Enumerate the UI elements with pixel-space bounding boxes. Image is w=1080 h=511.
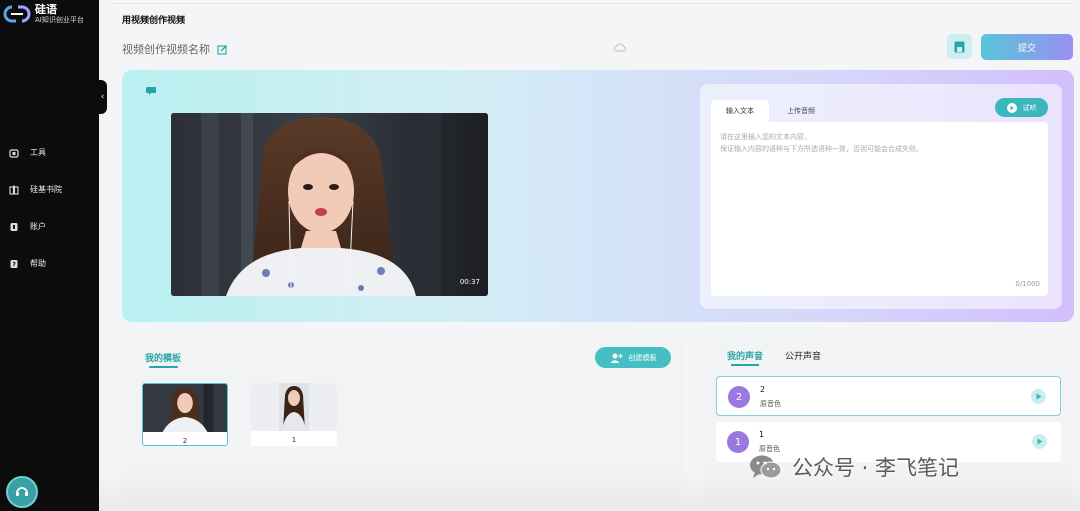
video-name-text: 视频创作视频名称 bbox=[122, 43, 210, 56]
tab-underline bbox=[149, 366, 178, 368]
submit-button[interactable]: 提交 bbox=[981, 34, 1073, 60]
template-thumbnail bbox=[251, 383, 337, 431]
tab-input-text[interactable]: 输入文本 bbox=[711, 100, 769, 122]
tab-upload-audio[interactable]: 上传音频 bbox=[776, 100, 826, 122]
tab-my-voices[interactable]: 我的声音 bbox=[727, 349, 763, 362]
video-editor-panel: 00:37 输入文本 上传音频 试听 请在这里输入您的文本内容， 保证输入内容的… bbox=[122, 70, 1074, 322]
sidebar-item-label: 硅基书院 bbox=[30, 185, 62, 194]
watermark: 公众号 · 李飞笔记 bbox=[749, 452, 959, 482]
template-thumbnail bbox=[143, 384, 227, 432]
message-icon bbox=[146, 87, 156, 95]
save-button[interactable] bbox=[947, 34, 972, 59]
text-placeholder-line1: 请在这里输入您的文本内容， bbox=[720, 133, 811, 141]
add-person-icon bbox=[610, 353, 622, 363]
play-icon bbox=[1037, 438, 1043, 445]
save-icon bbox=[954, 41, 965, 52]
voice-play-button[interactable] bbox=[1031, 389, 1046, 404]
watermark-text: 公众号 · 李飞笔记 bbox=[792, 456, 960, 480]
brand-name: 硅语 bbox=[35, 3, 57, 16]
voice-name: 1 bbox=[759, 430, 765, 439]
play-icon bbox=[1036, 393, 1042, 400]
create-template-button[interactable]: 创建模板 bbox=[595, 347, 671, 368]
my-templates-panel: 我的模板 创建模板 2 1 bbox=[122, 333, 683, 511]
voice-number-badge: 1 bbox=[727, 431, 749, 453]
sidebar-item-academy[interactable]: 硅基书院 bbox=[0, 171, 99, 208]
voice-number-badge: 2 bbox=[728, 386, 750, 408]
tab-underline bbox=[731, 364, 759, 366]
template-label: 2 bbox=[182, 437, 188, 445]
try-listen-button[interactable]: 试听 bbox=[995, 98, 1048, 117]
account-icon bbox=[10, 222, 18, 231]
voices-panel: 我的声音 公开声音 2 2 原音色 1 1 原音色 bbox=[703, 333, 1073, 511]
brand[interactable]: 硅语 AI知识创业平台 bbox=[2, 4, 84, 24]
create-template-label: 创建模板 bbox=[628, 353, 657, 362]
template-card[interactable]: 1 bbox=[251, 383, 337, 446]
try-listen-label: 试听 bbox=[1022, 103, 1037, 112]
chevron-left-icon: ‹ bbox=[100, 92, 105, 102]
video-preview[interactable]: 00:37 bbox=[171, 113, 488, 296]
tab-my-templates[interactable]: 我的模板 bbox=[145, 351, 181, 364]
edit-icon[interactable] bbox=[217, 44, 228, 55]
voice-name: 2 bbox=[760, 385, 766, 394]
customer-support-button[interactable] bbox=[6, 476, 38, 508]
sidebar-item-account[interactable]: 账户 bbox=[0, 208, 99, 245]
video-duration: 00:37 bbox=[459, 278, 480, 286]
sidebar-item-tools[interactable]: 工具 bbox=[0, 134, 99, 171]
chat-support-icon bbox=[16, 487, 28, 496]
voice-description: 原音色 bbox=[760, 400, 781, 408]
help-icon bbox=[10, 259, 18, 268]
wechat-icon bbox=[750, 455, 782, 479]
voice-play-button[interactable] bbox=[1032, 434, 1047, 449]
header-divider bbox=[113, 3, 1073, 4]
toolbox-icon bbox=[9, 148, 19, 158]
sidebar-item-help[interactable]: 帮助 bbox=[0, 245, 99, 282]
tab-public-voices[interactable]: 公开声音 bbox=[785, 349, 821, 362]
video-frame bbox=[171, 113, 488, 296]
sidebar-nav: 工具 硅基书院 账户 帮助 bbox=[0, 134, 99, 282]
sidebar-collapse-toggle[interactable]: ‹ bbox=[98, 80, 107, 114]
brand-subtitle: AI知识创业平台 bbox=[35, 16, 84, 24]
cloud-icon bbox=[614, 43, 626, 52]
page-title: 用视频创作视频 bbox=[122, 16, 186, 26]
sidebar-item-label: 帮助 bbox=[30, 259, 46, 268]
template-label: 1 bbox=[291, 436, 297, 444]
text-input-area[interactable]: 请在这里输入您的文本内容， 保证输入内容的语种与下方所选语种一致，否则可能会合成… bbox=[711, 122, 1048, 296]
char-count: 0/1000 bbox=[1015, 280, 1040, 288]
sidebar: 硅语 AI知识创业平台 工具 硅基书院 账户 帮助 bbox=[0, 0, 99, 511]
book-icon bbox=[9, 185, 19, 195]
brand-logo-icon bbox=[3, 5, 31, 23]
text-placeholder-line2: 保证输入内容的语种与下方所选语种一致，否则可能会合成失败。 bbox=[720, 145, 923, 153]
play-icon bbox=[1006, 102, 1017, 113]
text-input-card: 输入文本 上传音频 试听 请在这里输入您的文本内容， 保证输入内容的语种与下方所… bbox=[700, 84, 1062, 309]
template-card[interactable]: 2 bbox=[142, 383, 228, 446]
video-name-field[interactable]: 视频创作视频名称 bbox=[122, 41, 228, 57]
sidebar-item-label: 账户 bbox=[30, 222, 46, 231]
sidebar-item-label: 工具 bbox=[30, 148, 46, 157]
voice-item[interactable]: 2 2 原音色 bbox=[716, 376, 1061, 416]
